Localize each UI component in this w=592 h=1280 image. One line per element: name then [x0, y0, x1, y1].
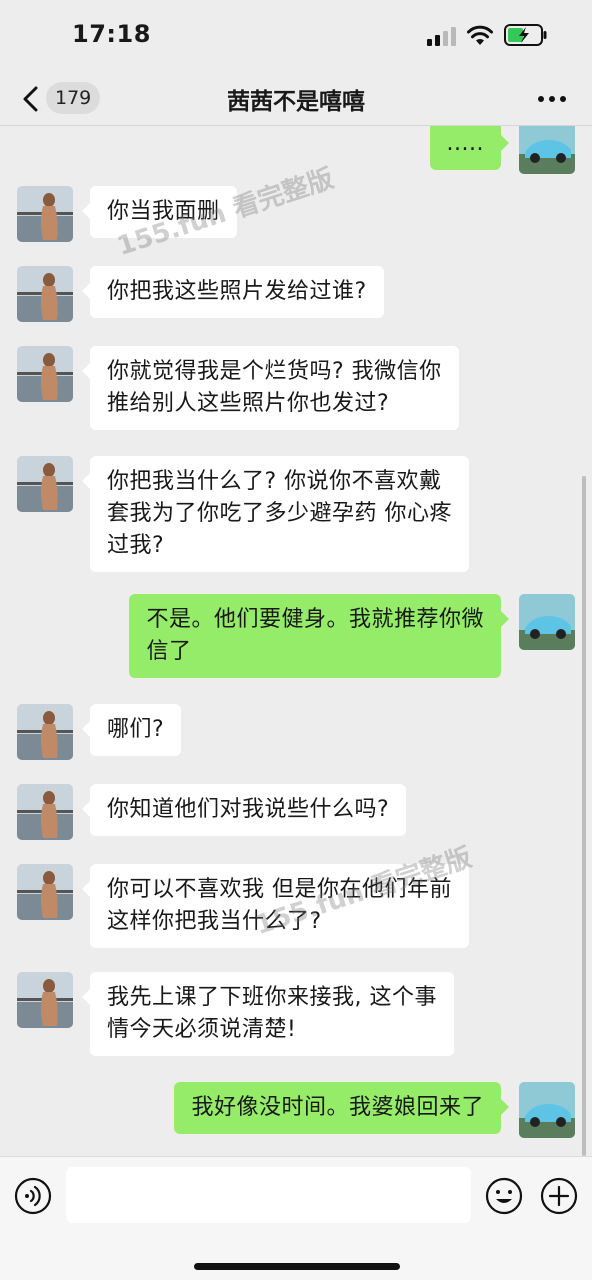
incoming-message-bubble[interactable]: 你知道他们对我说些什么吗? — [81, 784, 407, 836]
contact-avatar[interactable] — [17, 704, 73, 760]
my-avatar[interactable] — [519, 126, 575, 174]
contact-avatar[interactable] — [17, 784, 73, 840]
incoming-message-bubble[interactable]: 你就觉得我是个烂货吗? 我微信你 推给别人这些照片你也发过? — [82, 346, 459, 430]
cellular-signal-icon — [427, 26, 457, 46]
chevron-left-icon[interactable] — [20, 86, 42, 112]
incoming-message-bubble[interactable]: 哪们? — [81, 704, 182, 756]
contact-avatar[interactable] — [17, 266, 73, 322]
my-avatar[interactable] — [519, 594, 575, 650]
outgoing-message-bubble[interactable]: ..... — [429, 126, 510, 170]
message-input[interactable] — [66, 1167, 471, 1223]
status-bar: 17:18 — [0, 0, 592, 70]
emoji-icon[interactable] — [484, 1176, 524, 1216]
voice-input-icon[interactable] — [13, 1176, 53, 1216]
contact-avatar[interactable] — [17, 346, 73, 402]
incoming-message-bubble[interactable]: 我先上课了下班你来接我, 这个事 情今天必须说清楚! — [82, 972, 454, 1056]
input-bar — [0, 1156, 592, 1280]
message-list[interactable]: ..... 你当我面删 你把我这些照片发给过谁? 你就觉得我是个烂货吗? 我微信… — [0, 126, 592, 1156]
status-time: 17:18 — [72, 20, 151, 48]
contact-avatar[interactable] — [17, 972, 73, 1028]
unread-count-badge[interactable]: 179 — [46, 82, 101, 114]
outgoing-message-bubble[interactable]: 不是。他们要健身。我就推荐你微 信了 — [129, 594, 509, 678]
chat-title: 茜茜不是嘻嘻 — [227, 89, 365, 115]
contact-avatar[interactable] — [17, 186, 73, 242]
plus-icon[interactable] — [539, 1176, 579, 1216]
battery-charging-icon — [504, 24, 547, 46]
incoming-message-bubble[interactable]: 你把我当什么了? 你说你不喜欢戴 套我为了你吃了多少避孕药 你心疼 过我? — [82, 456, 469, 572]
chat-header: 179 茜茜不是嘻嘻 — [0, 70, 592, 126]
wifi-icon — [467, 25, 493, 45]
outgoing-message-bubble[interactable]: 我好像没时间。我婆娘回来了 — [174, 1082, 509, 1134]
more-dots-icon[interactable] — [536, 88, 570, 108]
contact-avatar[interactable] — [17, 864, 73, 920]
contact-avatar[interactable] — [17, 456, 73, 512]
my-avatar[interactable] — [519, 1082, 575, 1138]
home-indicator — [194, 1263, 400, 1270]
scrollbar[interactable] — [582, 476, 586, 1156]
back-button[interactable]: 179 — [14, 78, 104, 118]
incoming-message-bubble[interactable]: 你把我这些照片发给过谁? — [82, 266, 384, 318]
